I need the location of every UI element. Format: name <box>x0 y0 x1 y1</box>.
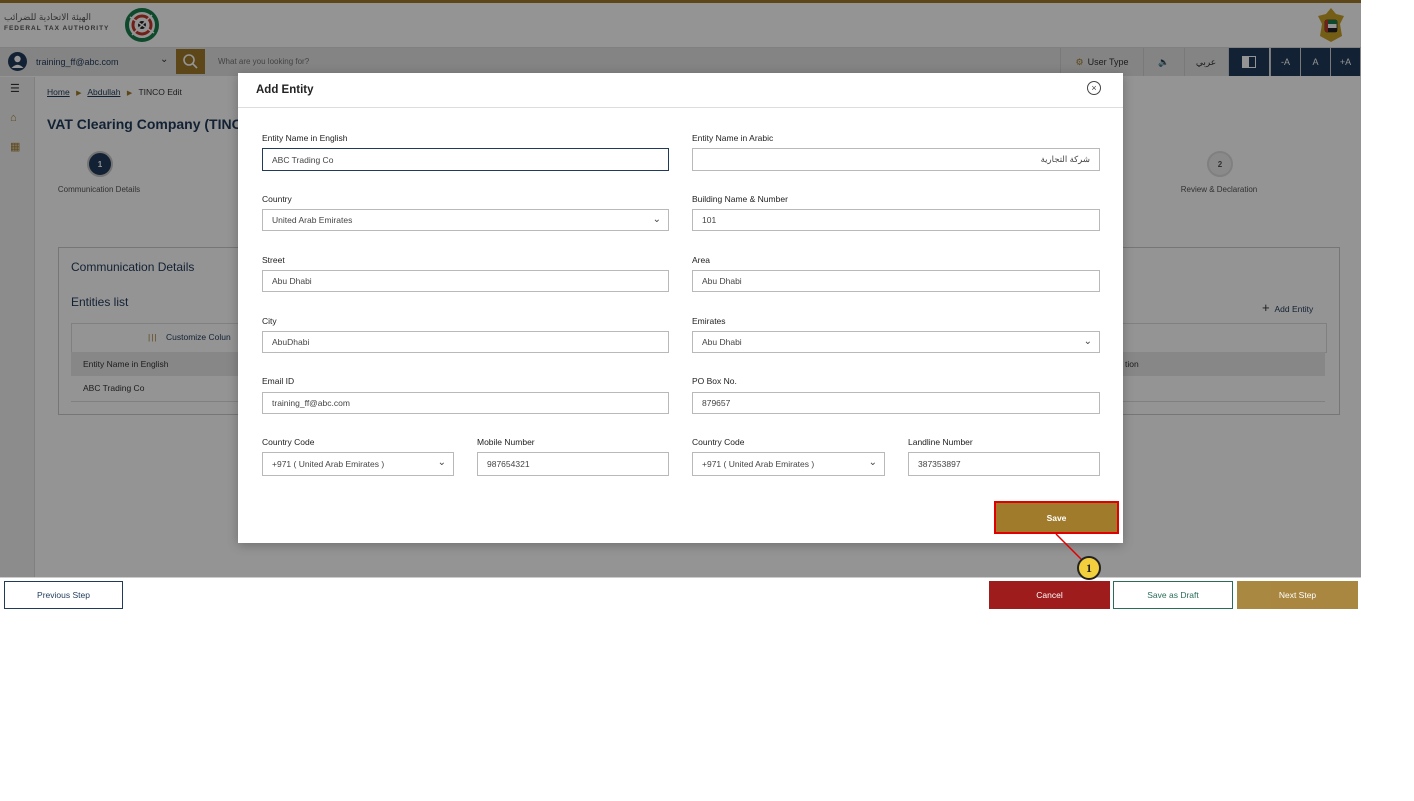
callout-badge: 1 <box>1077 556 1101 580</box>
app-window: الهيئة الاتحادية للضرائب FEDERAL TAX AUT… <box>0 0 1361 615</box>
callout-pointer <box>1055 533 1082 560</box>
